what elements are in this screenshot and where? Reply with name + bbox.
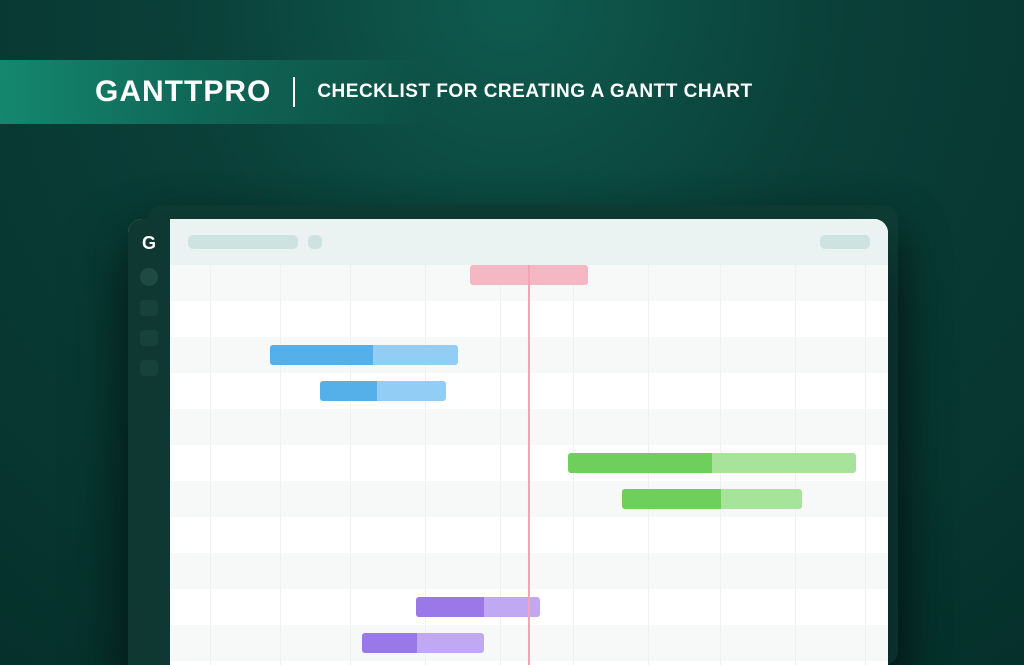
brand-logo-text: GANTTPRO [95, 75, 271, 109]
app-window-stack: G [128, 205, 898, 665]
sidebar-nav-item[interactable] [140, 300, 158, 316]
gantt-bar[interactable] [362, 633, 484, 653]
gantt-bar[interactable] [568, 453, 856, 473]
toolbar-action-placeholder[interactable] [820, 235, 870, 249]
gantt-bar-progress [416, 597, 484, 617]
sidebar-avatar-icon[interactable] [140, 268, 158, 286]
grid-line [280, 265, 281, 665]
sidebar-nav-item[interactable] [140, 360, 158, 376]
toolbar [170, 219, 888, 265]
toolbar-button-placeholder[interactable] [308, 235, 322, 249]
sidebar-nav-item[interactable] [140, 330, 158, 346]
grid-line [865, 265, 866, 665]
gantt-chart-area[interactable] [170, 265, 888, 665]
header-band: GANTTPRO CHECKLIST FOR CREATING A GANTT … [0, 60, 770, 124]
gantt-bar-progress [362, 633, 417, 653]
page-headline: CHECKLIST FOR CREATING A GANTT CHART [317, 81, 752, 103]
app-window: G [128, 219, 888, 665]
gantt-bar-progress [270, 345, 373, 365]
gantt-bar[interactable] [270, 345, 458, 365]
sidebar-logo-icon: G [142, 233, 156, 254]
gantt-bar[interactable] [320, 381, 446, 401]
gantt-bar-progress [568, 453, 712, 473]
brand-logo: GANTTPRO [95, 75, 271, 109]
gantt-bar[interactable] [416, 597, 540, 617]
header-divider [293, 77, 295, 107]
gantt-bar-progress [320, 381, 377, 401]
main-panel [170, 219, 888, 665]
gantt-bar-progress [622, 489, 721, 509]
toolbar-title-placeholder [188, 235, 298, 249]
grid-line [350, 265, 351, 665]
grid-line [210, 265, 211, 665]
today-marker [528, 265, 530, 665]
gantt-bar[interactable] [622, 489, 802, 509]
sidebar: G [128, 219, 170, 665]
